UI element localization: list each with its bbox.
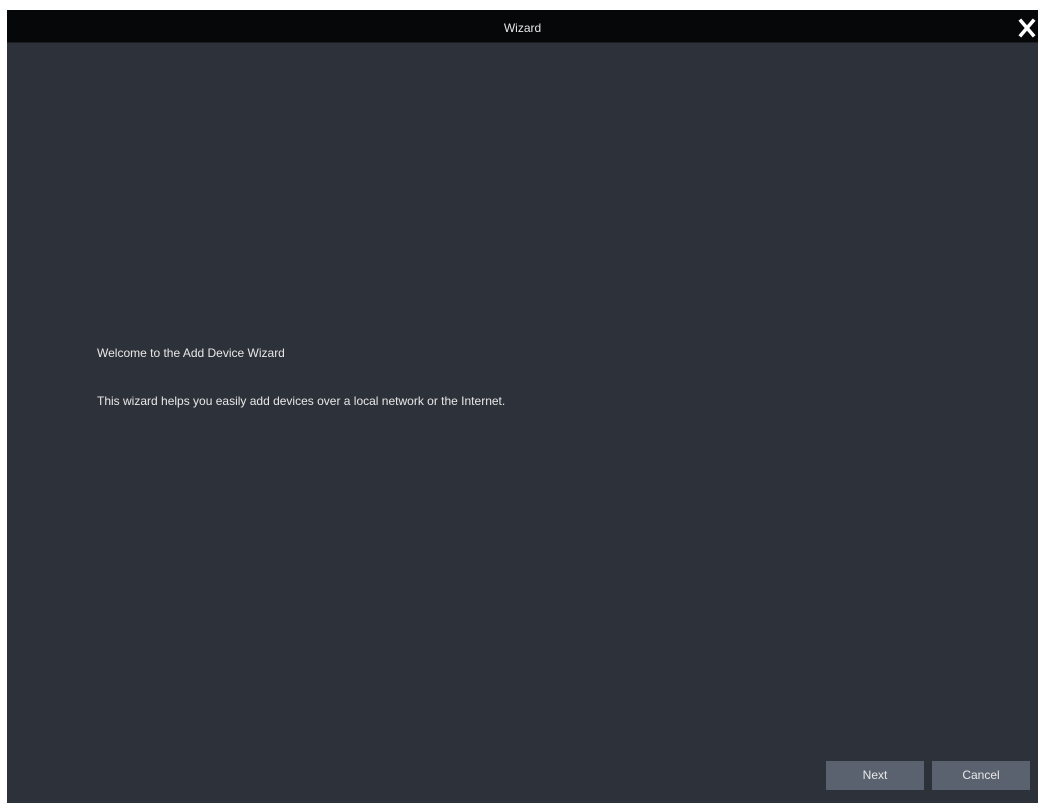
wizard-window: Wizard Welcome to the Add Device Wizard … (7, 10, 1038, 803)
title-bar: Wizard (7, 10, 1038, 43)
wizard-content: Welcome to the Add Device Wizard This wi… (7, 43, 1038, 803)
next-button[interactable]: Next (826, 761, 924, 790)
close-button[interactable] (1016, 16, 1038, 40)
window-title: Wizard (503, 21, 542, 35)
wizard-description: This wizard helps you easily add devices… (97, 394, 506, 408)
cancel-button[interactable]: Cancel (932, 761, 1030, 790)
close-icon (1018, 18, 1036, 38)
welcome-heading: Welcome to the Add Device Wizard (97, 346, 285, 360)
